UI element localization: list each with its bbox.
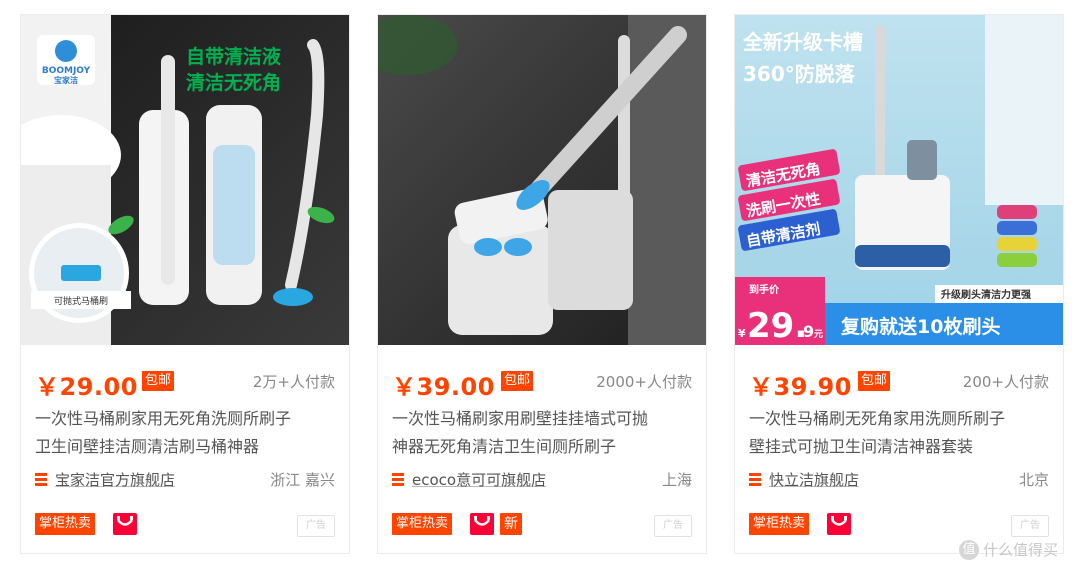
watermark-icon: 值 <box>958 540 979 560</box>
ad-label: 广告 <box>654 515 692 537</box>
product-title-line-2[interactable]: 神器无死角清洁卫生间厕所刷子 <box>392 433 694 461</box>
badge-row: 掌柜热卖 新 广告 <box>392 513 692 537</box>
deal-price: 29. <box>747 306 807 345</box>
product-title-line-1[interactable]: 一次性马桶刷家用刷壁挂挂墙式可抛 <box>392 405 694 433</box>
brand-logo-text: BOOMJOY <box>42 66 91 76</box>
hot-sale-badge: 掌柜热卖 <box>35 513 96 535</box>
price-row: ￥39.90 包邮 200+人付款 <box>749 367 1049 401</box>
product-title[interactable]: 一次性马桶刷家用刷壁挂挂墙式可抛 神器无死角清洁卫生间厕所刷子 <box>392 405 694 461</box>
inset-caption: 可抛式马桶刷 <box>54 295 108 307</box>
shop-link[interactable]: 快立洁旗舰店 <box>769 469 859 490</box>
new-badge: 新 <box>500 513 522 535</box>
product-card-1[interactable]: BOOMJOY 宝家洁 自带清洁液 清洁无死角 可抛式马桶刷 ￥29.00 包邮… <box>20 14 350 554</box>
price-row: ￥39.00 包邮 2000+人付款 <box>392 367 692 401</box>
watermark: 值什么值得买 <box>958 539 1058 560</box>
upgrade-note: 升级刷头清洁力更强 <box>941 288 1031 301</box>
hot-sale-badge: 掌柜热卖 <box>392 513 453 535</box>
deal-label: 到手价 <box>749 283 780 296</box>
image-headline-2: 360°防脱落 <box>743 62 856 86</box>
ad-label: 广告 <box>297 515 335 537</box>
shop-row: ecoco意可可旗舰店 上海 <box>392 469 692 493</box>
product-image-1[interactable]: BOOMJOY 宝家洁 自带清洁液 清洁无死角 可抛式马桶刷 <box>21 15 349 345</box>
free-shipping-badge: 包邮 <box>501 371 534 391</box>
product-title[interactable]: 一次性马桶刷无死角家用洗厕所刷子 壁挂式可抛卫生间清洁神器套装 <box>749 405 1051 461</box>
hot-sale-badge: 掌柜热卖 <box>749 513 810 535</box>
image-headline-1: 自带清洁液 <box>186 45 282 68</box>
image-headline-2: 清洁无死角 <box>186 71 281 94</box>
location: 浙江 嘉兴 <box>270 471 335 489</box>
product-title[interactable]: 一次性马桶刷家用无死角洗厕所刷子 卫生间壁挂洁厕清洁刷马桶神器 <box>35 405 337 461</box>
watermark-text: 什么值得买 <box>982 540 1058 559</box>
shop-icon <box>749 473 761 487</box>
shop-link[interactable]: 宝家洁官方旗舰店 <box>55 469 175 490</box>
product-title-line-2[interactable]: 壁挂式可抛卫生间清洁神器套装 <box>749 433 1051 461</box>
tmall-icon <box>113 513 137 535</box>
product-photo-2 <box>378 15 706 345</box>
location: 北京 <box>1018 471 1049 489</box>
price: ￥39.00 <box>392 373 495 401</box>
product-image-2[interactable] <box>378 15 706 345</box>
product-title-line-1[interactable]: 一次性马桶刷无死角家用洗厕所刷子 <box>749 405 1051 433</box>
badge-row: 掌柜热卖 广告 <box>35 513 335 537</box>
free-shipping-badge: 包邮 <box>142 371 175 391</box>
product-title-line-2[interactable]: 卫生间壁挂洁厕清洁刷马桶神器 <box>35 433 337 461</box>
deal-cents: 9 <box>803 322 814 341</box>
shop-icon <box>35 473 47 487</box>
gift-text: 复购就送10枚刷头 <box>840 315 1000 338</box>
ad-label: 广告 <box>1011 515 1049 537</box>
sales-count: 2万+人付款 <box>252 373 335 391</box>
product-card-3[interactable]: 全新升级卡槽 360°防脱落 清洁无死角 洗刷一次性 自带清洁剂 升级刷头清洁力… <box>734 14 1064 554</box>
shop-link[interactable]: ecoco意可可旗舰店 <box>412 469 546 490</box>
brand-logo-sub: 宝家洁 <box>54 75 78 85</box>
image-headline-1: 全新升级卡槽 <box>742 30 863 54</box>
shop-icon <box>392 473 404 487</box>
price: ￥29.00 <box>35 373 138 401</box>
shop-row: 宝家洁官方旗舰店 浙江 嘉兴 <box>35 469 335 493</box>
deal-currency: ¥ <box>738 327 746 340</box>
price-row: ￥29.00 包邮 2万+人付款 <box>35 367 335 401</box>
product-title-line-1[interactable]: 一次性马桶刷家用无死角洗厕所刷子 <box>35 405 337 433</box>
free-shipping-badge: 包邮 <box>858 371 891 391</box>
sales-count: 200+人付款 <box>962 373 1049 391</box>
location: 上海 <box>661 471 692 489</box>
product-image-3[interactable]: 全新升级卡槽 360°防脱落 清洁无死角 洗刷一次性 自带清洁剂 升级刷头清洁力… <box>735 15 1063 345</box>
shop-row: 快立洁旗舰店 北京 <box>749 469 1049 493</box>
price: ￥39.90 <box>749 373 852 401</box>
badge-row: 掌柜热卖 广告 <box>749 513 1049 537</box>
product-photo-1: BOOMJOY 宝家洁 自带清洁液 清洁无死角 可抛式马桶刷 <box>21 15 349 345</box>
deal-unit: 元 <box>814 329 823 340</box>
product-photo-3: 全新升级卡槽 360°防脱落 清洁无死角 洗刷一次性 自带清洁剂 升级刷头清洁力… <box>735 15 1063 345</box>
product-card-2[interactable]: ￥39.00 包邮 2000+人付款 一次性马桶刷家用刷壁挂挂墙式可抛 神器无死… <box>377 14 707 554</box>
sales-count: 2000+人付款 <box>596 373 692 391</box>
tmall-icon <box>827 513 851 535</box>
tmall-icon <box>470 513 494 535</box>
